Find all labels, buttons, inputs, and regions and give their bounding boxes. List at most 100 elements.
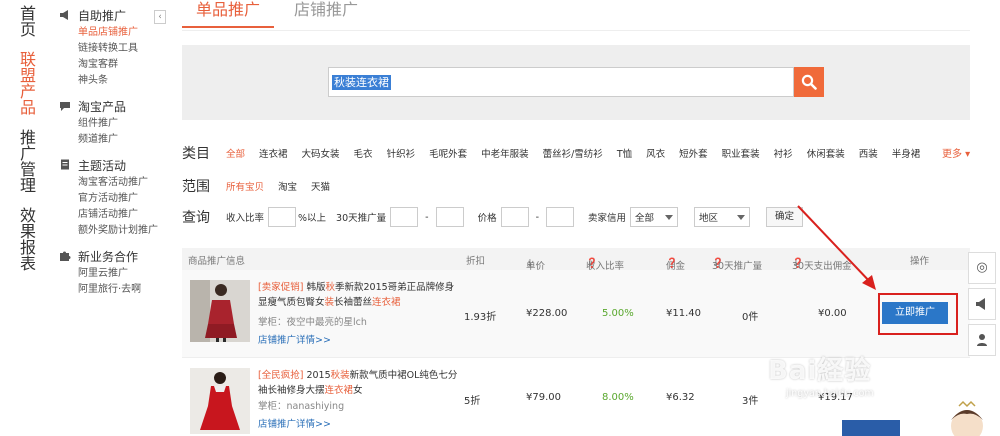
category-item[interactable]: 毛呢外套 bbox=[429, 146, 467, 160]
shop-owner: 掌柜：夜空中最亮的星lch bbox=[258, 317, 367, 328]
category-item[interactable]: 大码女装 bbox=[302, 146, 340, 160]
submenu-item-bonus-plan[interactable]: 额外奖励计划推广 bbox=[58, 223, 168, 239]
nav-alliance-products[interactable]: 联盟产品 bbox=[20, 52, 42, 116]
annotation-arrow bbox=[797, 205, 876, 290]
credit-select[interactable]: 全部 bbox=[630, 207, 679, 227]
promo-volume: 3件 bbox=[742, 396, 759, 407]
shop-detail-link[interactable]: 店铺推广详情>> bbox=[258, 416, 331, 430]
discount: 1.93折 bbox=[464, 312, 497, 323]
section-taobao-products: 淘宝产品 组件推广 频道推广 bbox=[58, 99, 168, 148]
more-categories-link[interactable]: 更多 ▾ bbox=[942, 145, 970, 160]
help-icon: ❓ bbox=[586, 258, 598, 269]
section-self-promotion: 自助推广 单品店铺推广 链接转换工具 淘宝客群 神头条 bbox=[58, 8, 168, 89]
floating-toolbar: ◎ bbox=[968, 252, 996, 360]
scope-taobao[interactable]: 淘宝 bbox=[278, 179, 297, 193]
category-item[interactable]: 中老年服装 bbox=[481, 146, 529, 160]
search-icon bbox=[801, 74, 817, 90]
search-input[interactable]: 秋装连衣裙 bbox=[332, 75, 391, 90]
section-themed-activities: 主题活动 淘宝客活动推广 官方活动推广 店铺活动推广 额外奖励计划推广 bbox=[58, 158, 168, 239]
category-item[interactable]: 职业套装 bbox=[722, 146, 760, 160]
discount: 5折 bbox=[464, 396, 481, 407]
range-dash: - bbox=[425, 211, 429, 223]
submenu-item-channel-promo[interactable]: 频道推广 bbox=[58, 132, 168, 148]
ratio-input[interactable] bbox=[268, 207, 297, 227]
commission: ¥6.32 bbox=[666, 392, 695, 403]
commission-spend: ¥0.00 bbox=[818, 308, 847, 319]
scope-tmall[interactable]: 天猫 bbox=[311, 179, 330, 193]
category-item[interactable]: 休闲套装 bbox=[807, 146, 845, 160]
scope-label: 范围 bbox=[182, 179, 210, 195]
price: ¥79.00 bbox=[526, 392, 561, 403]
volume-min-input[interactable] bbox=[390, 207, 419, 227]
submenu-item-alitrip[interactable]: 阿里旅行·去啊 bbox=[58, 282, 168, 298]
price-max-input[interactable] bbox=[546, 207, 575, 227]
category-item[interactable]: 毛衣 bbox=[354, 146, 373, 160]
submenu-item-taoke-group[interactable]: 淘宝客群 bbox=[58, 57, 168, 73]
ratio-suffix: %以上 bbox=[298, 213, 327, 224]
category-label: 类目 bbox=[182, 146, 210, 162]
search-input-box[interactable]: 秋装连衣裙 bbox=[328, 67, 794, 97]
collapse-menu-button[interactable]: ‹ bbox=[154, 10, 166, 24]
volume-label: 30天推广量 bbox=[336, 213, 387, 224]
nav-promotion-management[interactable]: 推广管理 bbox=[20, 130, 42, 194]
annotation-highlight-box bbox=[878, 293, 958, 335]
scope-filter: 范围 所有宝贝 淘宝 天猫 bbox=[182, 176, 972, 196]
category-item[interactable]: 连衣裙 bbox=[259, 146, 288, 160]
submenu-item-link-tool[interactable]: 链接转换工具 bbox=[58, 41, 168, 57]
shop-detail-link[interactable]: 店铺推广详情>> bbox=[258, 332, 331, 346]
decoration-banner bbox=[842, 420, 900, 436]
category-item[interactable]: 半身裙 bbox=[892, 146, 921, 160]
user-icon[interactable] bbox=[968, 324, 996, 356]
category-item[interactable]: 蕾丝衫/雪纺衫 bbox=[543, 146, 603, 160]
product-title[interactable]: [卖家促销] 韩版秋季新款2015哥弟正品牌修身显瘦气质包臀女装长袖蕾丝连衣裙 bbox=[258, 280, 458, 310]
nav-reports[interactable]: 效果报表 bbox=[20, 208, 42, 272]
category-item[interactable]: 风衣 bbox=[646, 146, 665, 160]
category-item[interactable]: T恤 bbox=[617, 146, 632, 160]
chevron-down-icon bbox=[665, 214, 674, 220]
product-title[interactable]: [全民疯抢] 2015秋装新款气质中裙OL纯色七分袖长袖修身大摆连衣裙女 bbox=[258, 368, 458, 398]
chevron-down-icon bbox=[737, 214, 746, 220]
product-image[interactable] bbox=[190, 368, 250, 434]
megaphone-icon[interactable] bbox=[968, 288, 996, 320]
price-min-input[interactable] bbox=[500, 207, 529, 227]
category-filter: 类目 全部 连衣裙 大码女装 毛衣 针织衫 毛呢外套 中老年服装 蕾丝衫/雪纺衫… bbox=[182, 143, 972, 163]
submenu-item-item-shop-promo[interactable]: 单品店铺推广 bbox=[58, 25, 168, 41]
submenu-item-aliyun[interactable]: 阿里云推广 bbox=[58, 266, 168, 282]
income-ratio: 8.00% bbox=[602, 392, 634, 403]
puzzle-icon bbox=[58, 249, 72, 266]
submenu-item-shop-activity[interactable]: 店铺活动推广 bbox=[58, 207, 168, 223]
category-item[interactable]: 西装 bbox=[859, 146, 878, 160]
submenu-item-taoke-activity[interactable]: 淘宝客活动推广 bbox=[58, 175, 168, 191]
search-button[interactable] bbox=[794, 67, 824, 97]
volume-max-input[interactable] bbox=[435, 207, 464, 227]
scope-all[interactable]: 所有宝贝 bbox=[226, 179, 264, 193]
category-item[interactable]: 衬衫 bbox=[774, 146, 793, 160]
region-select[interactable]: 地区 bbox=[694, 207, 751, 227]
help-icon: ❓ bbox=[666, 258, 678, 269]
section-title: 新业务合作 bbox=[78, 250, 139, 264]
submenu-item-official-activity[interactable]: 官方活动推广 bbox=[58, 191, 168, 207]
section-new-business: 新业务合作 阿里云推广 阿里旅行·去啊 bbox=[58, 249, 168, 298]
headset-icon[interactable]: ◎ bbox=[968, 252, 996, 284]
col-action: 操作 bbox=[910, 256, 930, 267]
baidu-watermark: Bai経验 bbox=[768, 356, 872, 386]
document-icon bbox=[58, 158, 72, 175]
range-dash: - bbox=[535, 211, 540, 223]
promo-volume: 0件 bbox=[742, 312, 759, 323]
col-product-info: 商品推广信息 bbox=[188, 256, 246, 267]
category-item[interactable]: 短外套 bbox=[679, 146, 708, 160]
submenu-item-widget-promo[interactable]: 组件推广 bbox=[58, 116, 168, 132]
tab-item-promotion[interactable]: 单品推广 bbox=[182, 0, 275, 28]
avatar-decoration bbox=[951, 400, 983, 436]
chat-icon bbox=[58, 99, 72, 116]
megaphone-icon bbox=[58, 8, 72, 25]
category-all[interactable]: 全部 bbox=[226, 146, 245, 160]
submenu-item-headline[interactable]: 神头条 bbox=[58, 73, 168, 89]
product-image[interactable] bbox=[190, 280, 250, 342]
category-item[interactable]: 针织衫 bbox=[387, 146, 416, 160]
watermark-url: jingyan.baidu.com bbox=[786, 388, 874, 399]
tab-shop-promotion[interactable]: 店铺推广 bbox=[294, 0, 358, 28]
nav-home[interactable]: 首页 bbox=[20, 6, 42, 38]
price: ¥228.00 bbox=[526, 308, 568, 319]
shop-owner: 掌柜：nanashiying bbox=[258, 401, 345, 412]
